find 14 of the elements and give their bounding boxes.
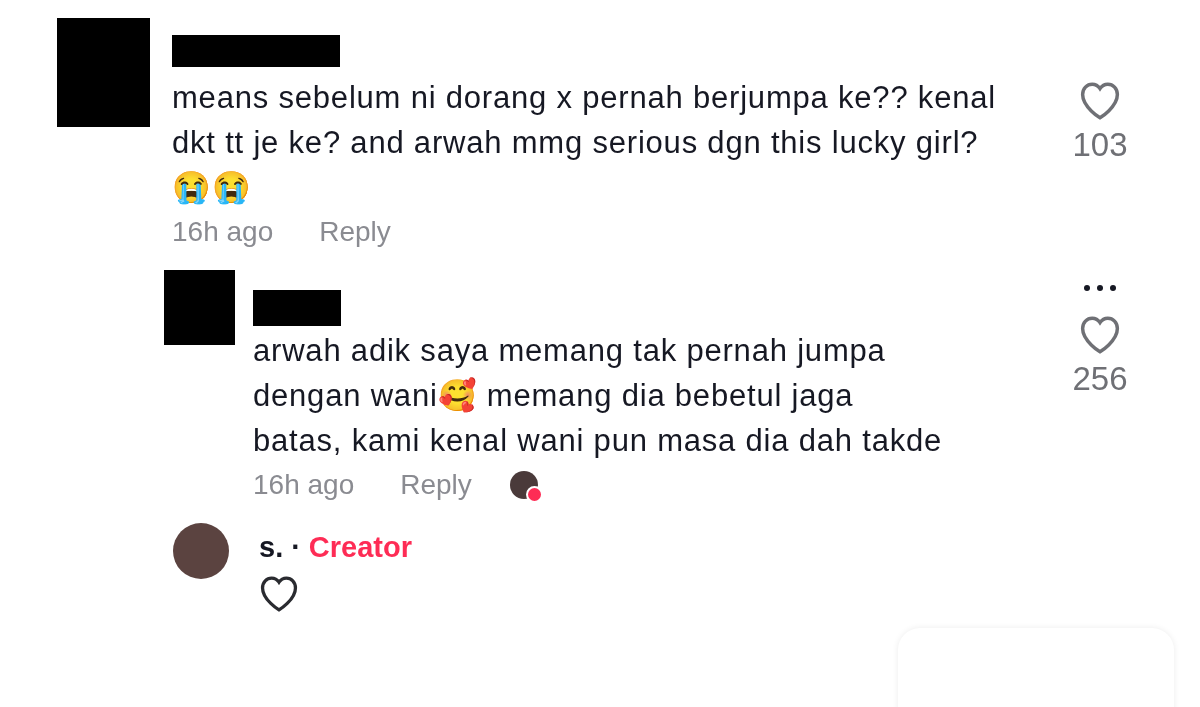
username: s. [259,531,284,564]
comment-time: 16h ago [172,216,274,248]
creator-label: Creator [308,531,412,564]
comment-text: arwah adik saya memang tak pernah jumpa dengan wani🥰 memang dia bebetul jaga batas, kami kenal wani pun masa dia dah takde [253,332,943,460]
comment-text: means sebelum ni dorang x pernah berjumpa ke?? kenal dkt tt je ke? and arwah mmg serious dgn this lucky girl? 😭😭 [172,79,997,207]
like-count: 103 [1072,126,1128,164]
more-options-icon[interactable] [1082,284,1118,292]
comment-time: 16h ago [253,469,355,501]
reply-link[interactable]: Reply [319,216,391,248]
separator-dot: · [291,531,301,564]
like-count: 256 [1072,360,1128,398]
like-heart-icon[interactable] [259,576,299,612]
avatar-photo-placeholder [173,523,229,579]
reply-link[interactable]: Reply [400,469,472,501]
